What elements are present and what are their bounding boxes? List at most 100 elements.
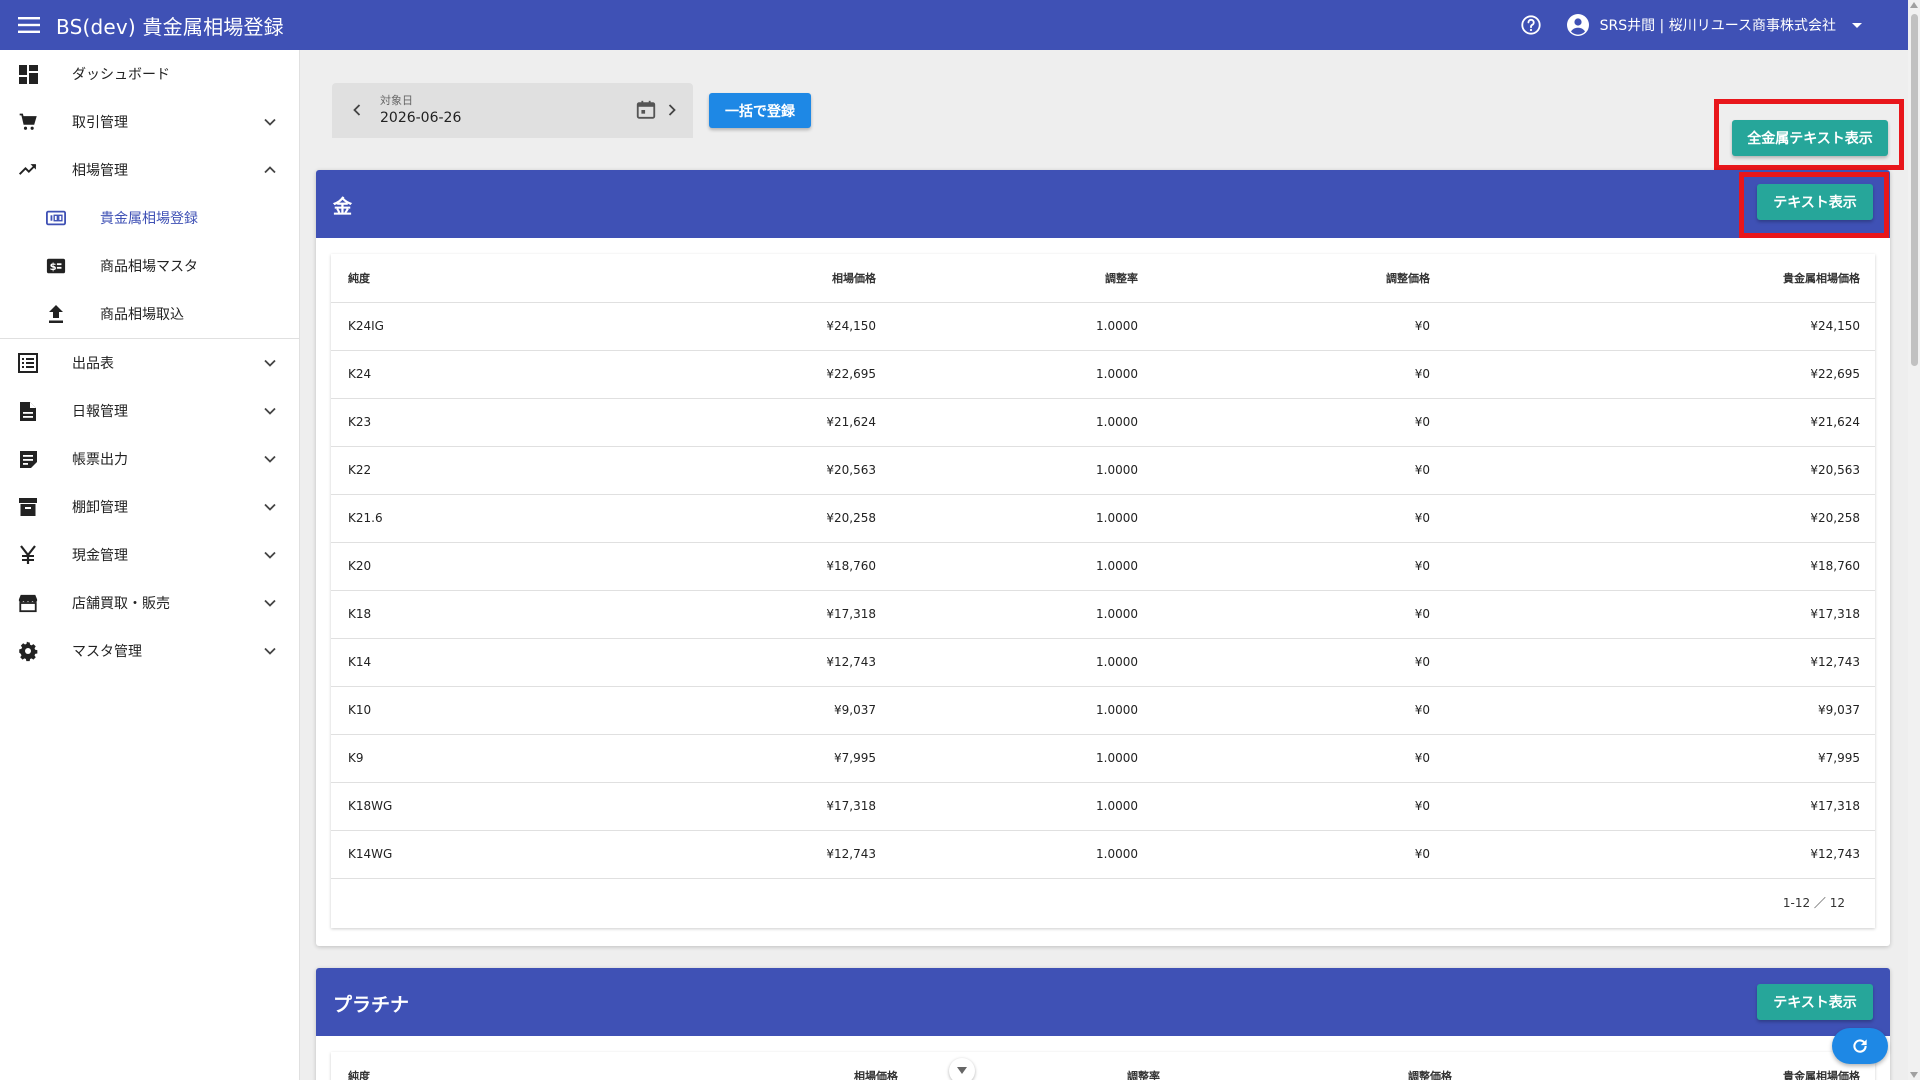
gold-card-header: 金 テキスト表示 [316, 170, 1890, 238]
cell-market-price: ¥12,743 [643, 638, 876, 687]
date-field-value[interactable]: 2026-06-26 [380, 110, 461, 126]
cell-adjust-rate: 1.0000 [876, 734, 1138, 783]
table-row[interactable]: K21.6 ¥20,258 1.0000 ¥0 ¥20,258 [331, 494, 1875, 543]
table-row[interactable]: K9 ¥7,995 1.0000 ¥0 ¥7,995 [331, 734, 1875, 783]
sidebar-item-cash[interactable]: 現金管理 [0, 531, 299, 579]
cell-market-price: ¥7,995 [643, 734, 876, 783]
column-header-metal-price[interactable]: 貴金属相場価格 [1430, 254, 1875, 303]
cell-metal-price: ¥12,743 [1430, 638, 1875, 687]
cell-adjust-price: ¥0 [1138, 446, 1430, 495]
chevron-down-icon [264, 407, 276, 415]
table-header-row: 純度 相場価格 調整率 調整価格 貴金属相場価格 [331, 254, 1875, 303]
sidebar-item-label: 商品相場取込 [100, 307, 184, 323]
chevron-down-icon [264, 455, 276, 463]
column-header-adjust-rate[interactable]: 調整率 [898, 1052, 1160, 1080]
table-row[interactable]: K24IG ¥24,150 1.0000 ¥0 ¥24,150 [331, 302, 1875, 351]
sidebar-item-master[interactable]: マスタ管理 [0, 627, 299, 675]
chevron-right-icon[interactable] [665, 103, 679, 117]
cell-market-price: ¥22,695 [643, 350, 876, 399]
sidebar-item-market[interactable]: 相場管理 [0, 146, 299, 194]
table-row[interactable]: K22 ¥20,563 1.0000 ¥0 ¥20,563 [331, 446, 1875, 495]
cell-adjust-rate: 1.0000 [876, 830, 1138, 879]
sidebar-item-label: マスタ管理 [72, 644, 142, 660]
platinum-text-button[interactable]: テキスト表示 [1757, 984, 1873, 1020]
cell-metal-price: ¥21,624 [1430, 398, 1875, 447]
cell-adjust-rate: 1.0000 [876, 542, 1138, 591]
sidebar: ダッシュボード 取引管理 相場管理 貴金属相場登録 $ 商品相場マスタ 商品相場… [0, 50, 300, 1080]
archive-icon [18, 497, 38, 517]
app-title: BS(dev) 貴金属相場登録 [56, 14, 284, 39]
column-header-adjust-price[interactable]: 調整価格 [1160, 1052, 1452, 1080]
cell-adjust-price: ¥0 [1138, 494, 1430, 543]
sidebar-item-inventory[interactable]: 棚卸管理 [0, 483, 299, 531]
chevron-left-icon[interactable] [350, 103, 364, 117]
vertical-scrollbar[interactable] [1908, 0, 1920, 1080]
table-row[interactable]: K18 ¥17,318 1.0000 ¥0 ¥17,318 [331, 590, 1875, 639]
sidebar-item-label: 現金管理 [72, 548, 128, 564]
sidebar-item-transactions[interactable]: 取引管理 [0, 98, 299, 146]
cell-market-price: ¥20,258 [643, 494, 876, 543]
sidebar-item-listing[interactable]: 出品表 [0, 339, 299, 387]
sidebar-item-label: ダッシュボード [72, 67, 170, 83]
cell-adjust-rate: 1.0000 [876, 782, 1138, 831]
cell-adjust-rate: 1.0000 [876, 302, 1138, 351]
sidebar-item-dashboard[interactable]: ダッシュボード [0, 50, 299, 98]
help-icon[interactable] [1518, 12, 1544, 38]
column-header-purity[interactable]: 純度 [331, 254, 643, 303]
table-row[interactable]: K20 ¥18,760 1.0000 ¥0 ¥18,760 [331, 542, 1875, 591]
cell-purity: K14WG [331, 830, 643, 879]
table-row[interactable]: K24 ¥22,695 1.0000 ¥0 ¥22,695 [331, 350, 1875, 399]
cell-adjust-rate: 1.0000 [876, 494, 1138, 543]
scrollbar-thumb[interactable] [1911, 14, 1918, 366]
cell-purity: K24 [331, 350, 643, 399]
table-row[interactable]: K14 ¥12,743 1.0000 ¥0 ¥12,743 [331, 638, 1875, 687]
sidebar-item-daily-report[interactable]: 日報管理 [0, 387, 299, 435]
user-menu[interactable]: SRS井間 | 桜川リユース商事株式会社 [1566, 13, 1864, 37]
column-header-metal-price[interactable]: 貴金属相場価格 [1452, 1052, 1875, 1080]
table-row[interactable]: K14WG ¥12,743 1.0000 ¥0 ¥12,743 [331, 830, 1875, 879]
column-header-adjust-price[interactable]: 調整価格 [1138, 254, 1430, 303]
column-header-market-price[interactable]: 相場価格 [643, 254, 876, 303]
gear-icon [18, 641, 38, 662]
cell-metal-price: ¥9,037 [1430, 686, 1875, 735]
table-row[interactable]: K23 ¥21,624 1.0000 ¥0 ¥21,624 [331, 398, 1875, 447]
cell-adjust-price: ¥0 [1138, 830, 1430, 879]
cell-metal-price: ¥17,318 [1430, 590, 1875, 639]
cell-market-price: ¥21,624 [643, 398, 876, 447]
table-row[interactable]: K18WG ¥17,318 1.0000 ¥0 ¥17,318 [331, 782, 1875, 831]
chevron-up-icon [264, 166, 276, 174]
cell-metal-price: ¥24,150 [1430, 302, 1875, 351]
table-row[interactable]: K10 ¥9,037 1.0000 ¥0 ¥9,037 [331, 686, 1875, 735]
cell-adjust-price: ¥0 [1138, 302, 1430, 351]
sidebar-item-store[interactable]: 店舗買取・販売 [0, 579, 299, 627]
cell-purity: K20 [331, 542, 643, 591]
cell-market-price: ¥18,760 [643, 542, 876, 591]
sidebar-item-product-market-master[interactable]: $ 商品相場マスタ [0, 242, 299, 290]
cell-metal-price: ¥18,760 [1430, 542, 1875, 591]
cell-adjust-rate: 1.0000 [876, 446, 1138, 495]
cell-purity: K14 [331, 638, 643, 687]
chevron-down-icon [264, 551, 276, 559]
sidebar-item-precious-metal-register[interactable]: 貴金属相場登録 [0, 194, 299, 242]
cell-market-price: ¥12,743 [643, 830, 876, 879]
sidebar-item-report-output[interactable]: 帳票出力 [0, 435, 299, 483]
column-header-purity[interactable]: 純度 [331, 1052, 643, 1080]
refresh-button[interactable] [1832, 1028, 1888, 1064]
column-header-market-price[interactable]: 相場価格 [643, 1052, 898, 1080]
sort-arrow-icon[interactable] [949, 1058, 975, 1080]
main-content: 対象日 2026-06-26 一括で登録 全金属テキスト表示 金 テキスト表示 … [300, 50, 1908, 1080]
date-field[interactable]: 対象日 2026-06-26 [332, 83, 693, 138]
scroll-down-arrow[interactable] [1910, 1072, 1918, 1078]
cell-adjust-rate: 1.0000 [876, 398, 1138, 447]
calendar-icon[interactable] [635, 99, 657, 121]
cell-purity: K9 [331, 734, 643, 783]
counter-icon [46, 208, 66, 228]
menu-icon[interactable] [14, 10, 44, 40]
platinum-table: 純度 相場価格 調整率 調整価格 貴金属相場価格 [331, 1052, 1875, 1080]
cell-metal-price: ¥17,318 [1430, 782, 1875, 831]
bulk-register-button[interactable]: 一括で登録 [709, 93, 811, 128]
sidebar-item-product-market-import[interactable]: 商品相場取込 [0, 290, 299, 338]
highlight-box-gold-text [1739, 172, 1889, 238]
column-header-adjust-rate[interactable]: 調整率 [876, 254, 1138, 303]
scroll-up-arrow[interactable] [1910, 2, 1918, 8]
